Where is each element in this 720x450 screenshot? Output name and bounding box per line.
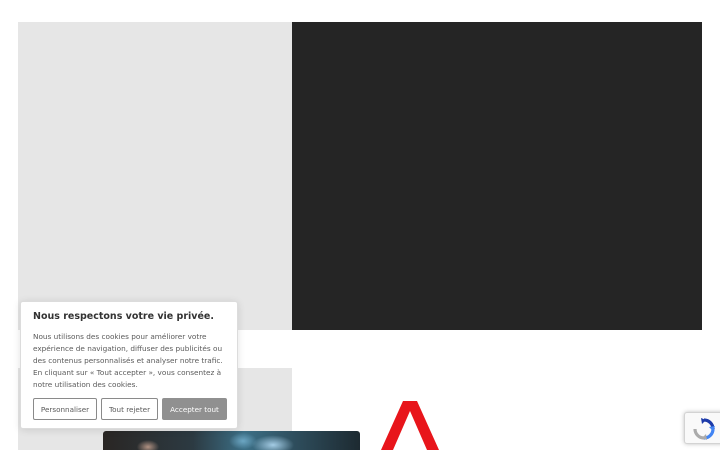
hero-image-placeholder [18, 22, 292, 330]
page: Nous respectons votre vie privée. Nous u… [0, 0, 720, 450]
cookie-banner-title: Nous respectons votre vie privée. [33, 311, 214, 322]
cookie-banner-message: Nous utilisons des cookies pour améliore… [33, 332, 223, 389]
reject-all-button[interactable]: Tout rejeter [101, 398, 158, 420]
cookie-consent-banner: Nous respectons votre vie privée. Nous u… [20, 301, 238, 429]
video-thumbnail[interactable] [103, 431, 360, 450]
red-a-logo-icon [381, 401, 439, 450]
customize-button[interactable]: Personnaliser [33, 398, 97, 420]
hero-video-area[interactable] [292, 22, 702, 330]
accept-all-button[interactable]: Accepter tout [162, 398, 227, 420]
recaptcha-badge[interactable] [684, 412, 720, 444]
recaptcha-icon [693, 418, 715, 440]
